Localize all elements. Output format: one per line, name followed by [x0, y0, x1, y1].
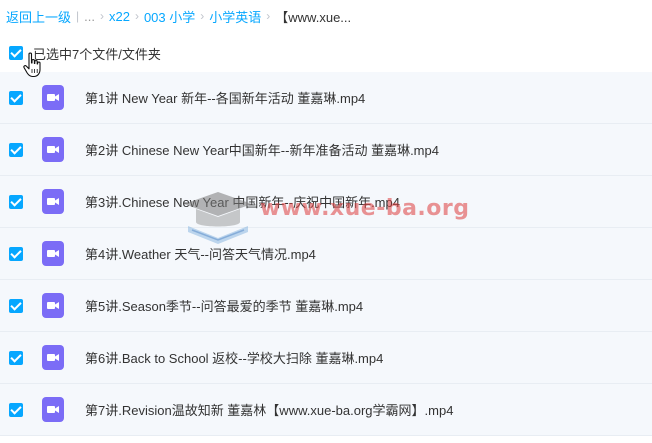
video-file-icon — [42, 293, 64, 318]
breadcrumb-ellipsis[interactable]: ... — [84, 9, 95, 24]
file-name[interactable]: 第5讲.Season季节--问答最爱的季节 董嘉琳.mp4 — [85, 296, 363, 315]
file-name[interactable]: 第3讲.Chinese New Year 中国新年--庆祝中国新年.mp4 — [85, 192, 400, 211]
file-row[interactable]: 第7讲.Revision温故知新 董嘉林【www.xue-ba.org学霸网】.… — [0, 384, 652, 436]
file-row[interactable]: 第2讲 Chinese New Year中国新年--新年准备活动 董嘉琳.mp4 — [0, 124, 652, 176]
breadcrumb-back-link[interactable]: 返回上一级 — [6, 7, 71, 26]
file-checkbox[interactable] — [9, 194, 23, 209]
video-file-icon — [42, 345, 64, 370]
breadcrumb-current: 【www.xue... — [275, 9, 352, 25]
breadcrumb-chevron-icon: › — [99, 9, 104, 23]
file-checkbox[interactable] — [9, 142, 23, 157]
file-name[interactable]: 第7讲.Revision温故知新 董嘉林【www.xue-ba.org学霸网】.… — [85, 400, 453, 419]
breadcrumb-item-x22[interactable]: x22 — [109, 9, 130, 24]
video-file-icon — [42, 241, 64, 266]
file-name[interactable]: 第6讲.Back to School 返校--学校大扫除 董嘉琳.mp4 — [85, 348, 383, 367]
video-file-icon — [42, 137, 64, 162]
select-all-checkbox[interactable] — [9, 46, 23, 60]
file-row[interactable]: 第4讲.Weather 天气--问答天气情况.mp4 — [0, 228, 652, 280]
file-checkbox[interactable] — [9, 350, 23, 365]
breadcrumb-separator: | — [76, 9, 80, 23]
file-checkbox[interactable] — [9, 90, 23, 105]
file-browser: 返回上一级 | ... › x22 › 003 小学 › 小学英语 › 【www… — [0, 0, 652, 443]
selection-count-label: 已选中7个文件/文件夹 — [33, 46, 161, 62]
breadcrumb-chevron-icon: › — [134, 9, 139, 23]
file-checkbox[interactable] — [9, 298, 23, 313]
file-list: 第1讲 New Year 新年--各国新年活动 董嘉琳.mp4 第2讲 Chin… — [0, 72, 652, 436]
selection-bar: 已选中7个文件/文件夹 — [0, 38, 652, 68]
breadcrumb-chevron-icon: › — [200, 9, 205, 23]
breadcrumb-item-english[interactable]: 小学英语 — [209, 7, 261, 26]
file-name[interactable]: 第4讲.Weather 天气--问答天气情况.mp4 — [85, 244, 316, 263]
file-row[interactable]: 第1讲 New Year 新年--各国新年活动 董嘉琳.mp4 — [0, 72, 652, 124]
file-row[interactable]: 第5讲.Season季节--问答最爱的季节 董嘉琳.mp4 — [0, 280, 652, 332]
file-row[interactable]: 第6讲.Back to School 返校--学校大扫除 董嘉琳.mp4 — [0, 332, 652, 384]
file-name[interactable]: 第1讲 New Year 新年--各国新年活动 董嘉琳.mp4 — [85, 88, 365, 107]
video-file-icon — [42, 397, 64, 422]
file-name[interactable]: 第2讲 Chinese New Year中国新年--新年准备活动 董嘉琳.mp4 — [85, 140, 439, 159]
hand-cursor-icon — [23, 52, 41, 78]
file-checkbox[interactable] — [9, 246, 23, 261]
video-file-icon — [42, 85, 64, 110]
file-row[interactable]: 第3讲.Chinese New Year 中国新年--庆祝中国新年.mp4 — [0, 176, 652, 228]
breadcrumb-item-003[interactable]: 003 小学 — [144, 7, 195, 26]
file-checkbox[interactable] — [9, 402, 23, 417]
breadcrumb: 返回上一级 | ... › x22 › 003 小学 › 小学英语 › 【www… — [6, 7, 351, 25]
breadcrumb-chevron-icon: › — [266, 9, 271, 23]
video-file-icon — [42, 189, 64, 214]
